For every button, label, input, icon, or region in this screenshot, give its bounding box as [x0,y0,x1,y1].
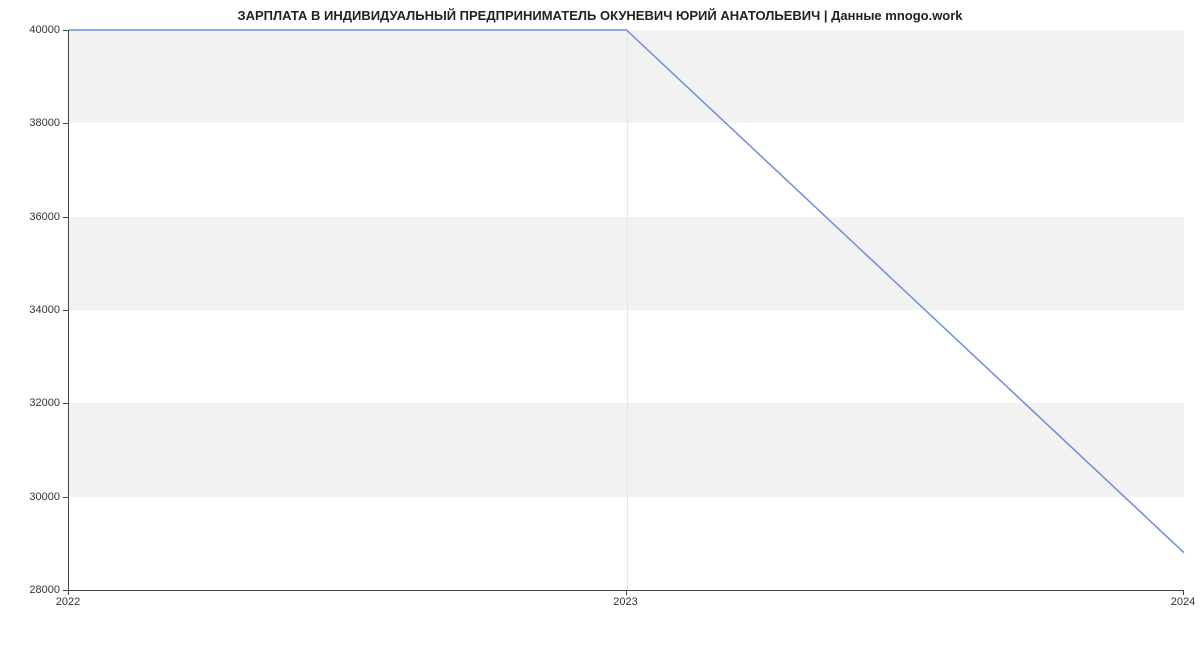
y-tick-mark [63,403,68,404]
plot-area [68,30,1184,591]
y-tick-label: 32000 [10,397,60,409]
y-tick-label: 36000 [10,211,60,223]
y-tick-mark [63,30,68,31]
line-layer [69,30,1184,590]
x-tick-mark [1183,590,1184,595]
y-tick-label: 40000 [10,24,60,36]
chart-container: ЗАРПЛАТА В ИНДИВИДУАЛЬНЫЙ ПРЕДПРИНИМАТЕЛ… [0,0,1200,650]
y-tick-label: 28000 [10,584,60,596]
x-tick-label: 2022 [56,596,80,608]
x-tick-label: 2024 [1171,596,1195,608]
y-tick-mark [63,310,68,311]
series-line [69,30,1184,553]
x-tick-mark [68,590,69,595]
y-tick-label: 30000 [10,491,60,503]
y-tick-label: 38000 [10,117,60,129]
chart-title: ЗАРПЛАТА В ИНДИВИДУАЛЬНЫЙ ПРЕДПРИНИМАТЕЛ… [0,8,1200,23]
y-tick-label: 34000 [10,304,60,316]
y-tick-mark [63,217,68,218]
y-tick-mark [63,497,68,498]
y-tick-mark [63,123,68,124]
x-tick-mark [626,590,627,595]
x-tick-label: 2023 [613,596,637,608]
